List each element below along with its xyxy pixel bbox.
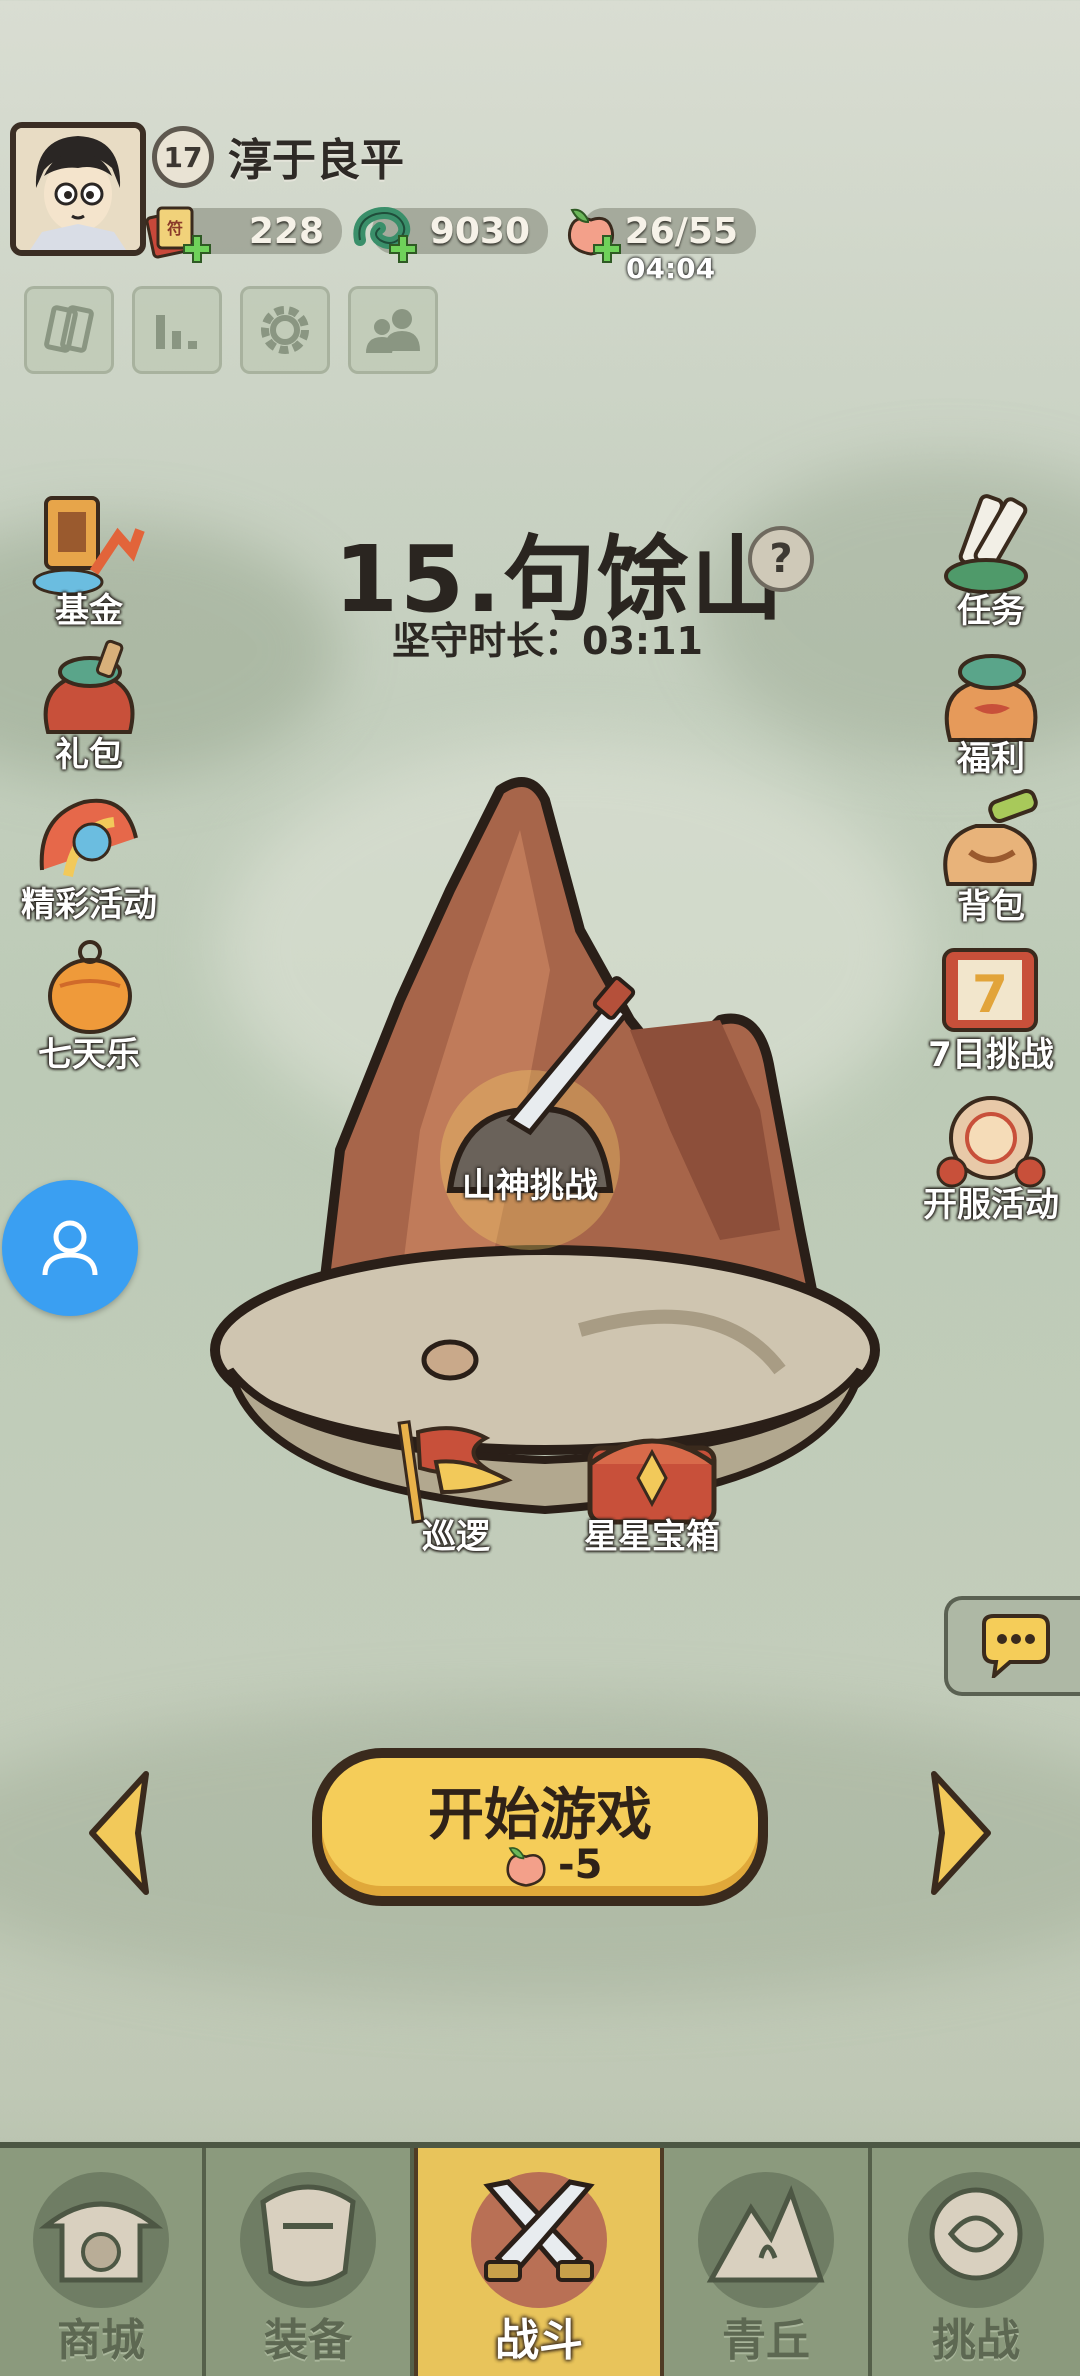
events-button[interactable]: 精彩活动 (14, 786, 164, 926)
backpack-button[interactable]: 背包 (916, 788, 1066, 928)
customer-service-button[interactable] (2, 1180, 138, 1316)
add-scroll-icon[interactable] (182, 234, 212, 264)
tab-battle-label: 战斗 (495, 2315, 583, 2366)
fund-button[interactable]: 基金 (14, 492, 164, 632)
quest-button[interactable]: 任务 (916, 492, 1066, 632)
player-name: 淳于良平 (228, 135, 404, 186)
events-label: 精彩活动 (21, 885, 157, 925)
ranking-button[interactable] (132, 286, 222, 374)
stamina-cost: -5 (558, 1842, 603, 1888)
star-chest-label: 星星宝箱 (584, 1517, 720, 1557)
tab-challenge[interactable]: 挑战 (872, 2148, 1080, 2376)
tab-qingqiu[interactable]: 青丘 (664, 2148, 872, 2376)
quest-label: 任务 (957, 591, 1025, 631)
previous-stage-arrow[interactable] (80, 1768, 160, 1898)
guard-time: 坚守时长：03:11 (392, 619, 703, 663)
server-opening-label: 开服活动 (923, 1185, 1059, 1225)
settings-button[interactable] (240, 286, 330, 374)
help-glyph: ? (769, 536, 793, 582)
equipment-icon (260, 2184, 356, 2287)
gift-pack-label: 礼包 (55, 735, 123, 775)
player-avatar[interactable] (10, 122, 146, 256)
shop-icon (38, 2201, 164, 2283)
gift-pack-button[interactable]: 礼包 (14, 636, 164, 776)
help-icon[interactable]: ? (748, 526, 814, 592)
next-stage-arrow[interactable] (920, 1768, 1000, 1898)
tab-battle[interactable]: 战斗 (414, 2148, 664, 2376)
user-icon (42, 1220, 98, 1276)
seven-days-button[interactable]: 七天乐 (14, 936, 164, 1076)
seven-day-challenge-label: 7日挑战 (928, 1035, 1054, 1075)
tab-equipment[interactable]: 装备 (206, 2148, 414, 2376)
welfare-button[interactable]: 福利 (916, 640, 1066, 780)
backpack-label: 背包 (957, 887, 1025, 927)
gear-icon (261, 306, 309, 354)
welfare-label: 福利 (957, 739, 1025, 779)
patrol-button[interactable]: 巡逻 (376, 1418, 536, 1558)
add-stamina-icon[interactable] (592, 234, 622, 264)
tab-shop[interactable]: 商城 (0, 2148, 206, 2376)
tab-qingqiu-label: 青丘 (722, 2315, 810, 2366)
friends-icon (366, 309, 420, 353)
mountain-god-challenge-label[interactable]: 山神挑战 (462, 1158, 598, 1207)
server-opening-button[interactable]: 开服活动 (916, 1086, 1066, 1226)
seven-days-label: 七天乐 (38, 1035, 140, 1075)
bottom-navigation: 商城 装备 战斗 青丘 挑战 (0, 2142, 1080, 2376)
jade-count: 9030 (429, 210, 530, 252)
add-jade-icon[interactable] (388, 234, 418, 264)
chat-button[interactable] (944, 1596, 1080, 1696)
battle-icon (483, 2179, 595, 2282)
svg-text:符: 符 (167, 219, 183, 238)
chat-bubble-icon (982, 1614, 1050, 1678)
ranking-icon (156, 315, 197, 349)
stamina-timer: 04:04 (626, 252, 716, 285)
start-game-button[interactable]: 开始游戏 -5 (312, 1748, 768, 1906)
qingqiu-icon (706, 2185, 825, 2283)
friends-button[interactable] (348, 286, 438, 374)
cards-icon (44, 305, 94, 353)
tab-challenge-label: 挑战 (932, 2315, 1020, 2366)
svg-text:7: 7 (972, 965, 1008, 1025)
stamina-count: 26/55 (624, 210, 738, 252)
mountain-stage-art (210, 777, 880, 1515)
tab-equipment-label: 装备 (264, 2315, 352, 2366)
challenge-icon (929, 2187, 1023, 2281)
cards-button[interactable] (24, 286, 114, 374)
star-chest-button[interactable]: 星星宝箱 (572, 1418, 732, 1558)
level-badge: 17 (152, 126, 214, 188)
patrol-label: 巡逻 (422, 1517, 490, 1557)
seven-day-challenge-button[interactable]: 7 7日挑战 (916, 936, 1066, 1076)
avatar-portrait (16, 128, 140, 250)
peach-cost-icon (506, 1847, 546, 1887)
fund-label: 基金 (55, 591, 123, 631)
scroll-count: 228 (248, 210, 324, 252)
tab-shop-label: 商城 (57, 2315, 145, 2366)
